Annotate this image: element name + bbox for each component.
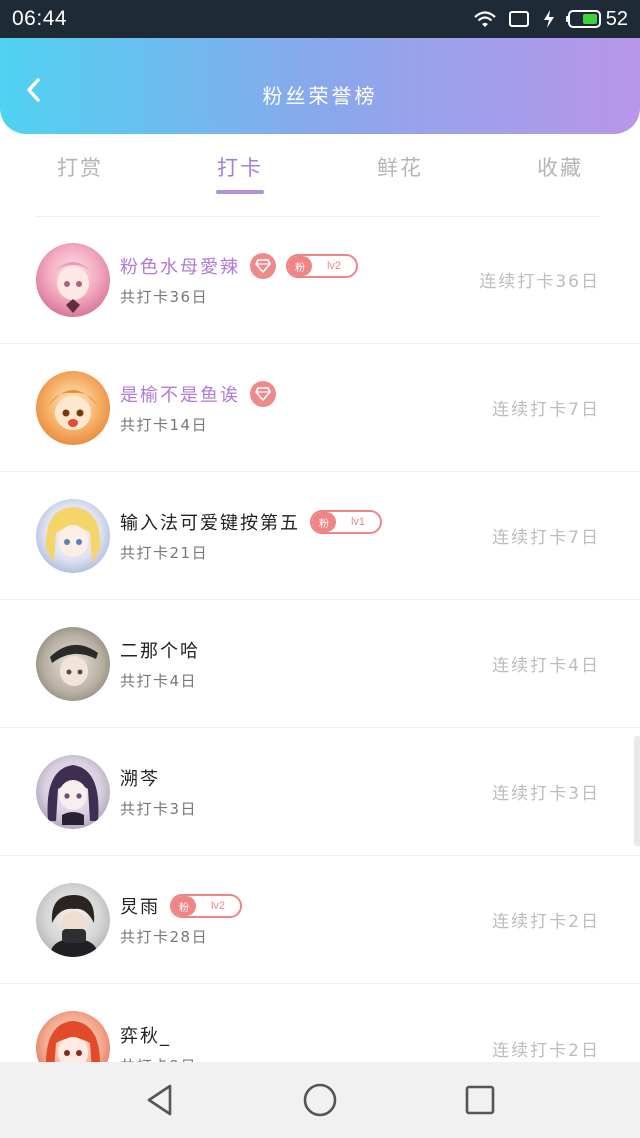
nav-recents-button[interactable] bbox=[456, 1076, 504, 1124]
status-icons: 52 bbox=[472, 8, 628, 31]
page-title: 粉丝荣誉榜 bbox=[262, 84, 378, 108]
name-line: 溯芩 bbox=[120, 764, 492, 792]
tab-label: 鲜花 bbox=[377, 156, 423, 180]
system-nav-bar bbox=[0, 1062, 640, 1138]
ranking-list: 粉色水母愛辣 粉 lv2 共打卡36日 连续打卡36日 是榆不是鱼诶 共打卡14… bbox=[0, 216, 640, 1112]
battery-icon bbox=[565, 10, 601, 28]
user-info: 输入法可爱键按第五 粉 lv1 共打卡21日 bbox=[120, 508, 492, 563]
avatar[interactable] bbox=[36, 370, 110, 445]
total-checkins: 共打卡3日 bbox=[120, 800, 198, 818]
streak-text: 连续打卡2日 bbox=[492, 912, 600, 932]
list-item[interactable]: 炅雨 粉 lv2 共打卡28日 连续打卡2日 bbox=[0, 856, 640, 984]
home-circle-icon bbox=[303, 1083, 337, 1117]
fan-badge-level: lv2 bbox=[326, 260, 342, 272]
tab-favorites[interactable]: 收藏 bbox=[480, 134, 640, 206]
user-name: 输入法可爱键按第五 bbox=[120, 513, 300, 534]
avatar[interactable] bbox=[36, 882, 110, 957]
streak-text: 连续打卡7日 bbox=[492, 528, 600, 548]
user-name: 弈秋_ bbox=[120, 1025, 171, 1047]
battery: 52 bbox=[565, 7, 628, 31]
status-bar: 06:44 52 bbox=[0, 0, 640, 38]
charging-icon bbox=[543, 10, 554, 28]
list-item[interactable]: 粉色水母愛辣 粉 lv2 共打卡36日 连续打卡36日 bbox=[0, 216, 640, 344]
list-item[interactable]: 是榆不是鱼诶 共打卡14日 连续打卡7日 bbox=[0, 344, 640, 472]
fan-badge-level: lv1 bbox=[350, 516, 366, 528]
fan-badge-level: lv2 bbox=[210, 900, 226, 912]
tab-checkin[interactable]: 打卡 bbox=[160, 134, 320, 206]
avatar[interactable] bbox=[36, 498, 110, 573]
avatar[interactable] bbox=[36, 242, 110, 317]
tab-label: 打赏 bbox=[57, 156, 103, 180]
header: 粉丝荣誉榜 bbox=[0, 38, 640, 134]
fan-level-badge: 粉 lv2 bbox=[170, 894, 242, 918]
fan-badge-icon: 粉 bbox=[172, 896, 196, 916]
fan-level-badge: 粉 lv2 bbox=[286, 254, 358, 278]
name-line: 炅雨 粉 lv2 bbox=[120, 892, 492, 920]
user-info: 炅雨 粉 lv2 共打卡28日 bbox=[120, 892, 492, 947]
tab-bar: 打赏 打卡 鲜花 收藏 bbox=[0, 134, 640, 206]
total-checkins: 共打卡4日 bbox=[120, 672, 198, 690]
list-item[interactable]: 输入法可爱键按第五 粉 lv1 共打卡21日 连续打卡7日 bbox=[0, 472, 640, 600]
user-info: 溯芩 共打卡3日 bbox=[120, 764, 492, 819]
list-item[interactable]: 溯芩 共打卡3日 连续打卡3日 bbox=[0, 728, 640, 856]
fan-badge-icon: 粉 bbox=[288, 256, 312, 276]
streak-text: 连续打卡3日 bbox=[492, 784, 600, 804]
tab-label: 打卡 bbox=[217, 156, 263, 180]
diamond-icon bbox=[250, 253, 276, 279]
user-name: 溯芩 bbox=[120, 769, 160, 790]
total-checkins: 共打卡28日 bbox=[120, 928, 209, 946]
back-triangle-icon bbox=[147, 1084, 172, 1116]
name-line: 是榆不是鱼诶 bbox=[120, 380, 492, 408]
wifi-icon bbox=[474, 11, 496, 27]
avatar[interactable] bbox=[36, 626, 110, 701]
user-name: 是榆不是鱼诶 bbox=[120, 385, 240, 406]
diamond-icon bbox=[250, 381, 276, 407]
name-line: 输入法可爱键按第五 粉 lv1 bbox=[120, 508, 492, 536]
scrollbar[interactable] bbox=[634, 736, 640, 846]
total-checkins: 共打卡14日 bbox=[120, 416, 209, 434]
recents-square-icon bbox=[465, 1085, 495, 1115]
user-name: 粉色水母愛辣 bbox=[120, 257, 240, 278]
user-info: 二那个哈 共打卡4日 bbox=[120, 636, 492, 691]
user-name: 二那个哈 bbox=[120, 641, 200, 662]
nav-back-button[interactable] bbox=[136, 1076, 184, 1124]
user-info: 粉色水母愛辣 粉 lv2 共打卡36日 bbox=[120, 252, 479, 307]
name-line: 二那个哈 bbox=[120, 636, 492, 664]
fan-level-badge: 粉 lv1 bbox=[310, 510, 382, 534]
tab-tip[interactable]: 打赏 bbox=[0, 134, 160, 206]
status-time: 06:44 bbox=[12, 7, 68, 30]
streak-text: 连续打卡4日 bbox=[492, 656, 600, 676]
fan-badge-icon: 粉 bbox=[312, 512, 336, 532]
streak-text: 连续打卡2日 bbox=[492, 1040, 600, 1061]
tab-label: 收藏 bbox=[537, 156, 583, 180]
total-checkins: 共打卡36日 bbox=[120, 288, 209, 306]
user-info: 是榆不是鱼诶 共打卡14日 bbox=[120, 380, 492, 435]
name-line: 粉色水母愛辣 粉 lv2 bbox=[120, 252, 479, 280]
avatar[interactable] bbox=[36, 754, 110, 829]
user-name: 炅雨 bbox=[120, 897, 160, 918]
total-checkins: 共打卡21日 bbox=[120, 544, 209, 562]
nav-home-button[interactable] bbox=[296, 1076, 344, 1124]
screen-record-icon bbox=[508, 11, 529, 27]
list-item[interactable]: 二那个哈 共打卡4日 连续打卡4日 bbox=[0, 600, 640, 728]
tab-flowers[interactable]: 鲜花 bbox=[320, 134, 480, 206]
streak-text: 连续打卡7日 bbox=[492, 400, 600, 420]
streak-text: 连续打卡36日 bbox=[479, 272, 600, 292]
tab-active-indicator bbox=[216, 190, 264, 194]
name-line: 弈秋_ bbox=[120, 1021, 492, 1049]
battery-level: 52 bbox=[605, 7, 628, 30]
